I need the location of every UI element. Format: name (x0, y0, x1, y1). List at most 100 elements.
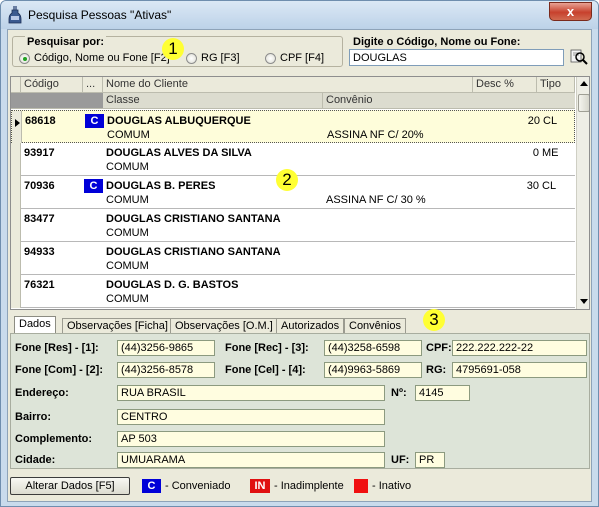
radio-dot[interactable] (186, 53, 197, 64)
legend-inadimplente-text: - Inadimplente (274, 480, 344, 492)
row-classe: COMUM (106, 161, 149, 173)
row-code: 70936 (24, 180, 55, 192)
app-bottle-icon (8, 6, 22, 24)
bairro-label: Bairro: (15, 411, 52, 423)
row-indicator (11, 176, 21, 209)
grid-vertical-scrollbar[interactable] (576, 77, 589, 309)
fone-rec-value: (44)3258-6598 (324, 340, 422, 356)
row-classe: COMUM (106, 260, 149, 272)
uf-value: PR (415, 452, 445, 468)
radio-label: RG [F3] (201, 52, 240, 64)
legend-conveniado-badge: C (142, 479, 161, 493)
row-desc: 20 (527, 115, 540, 127)
main-window: Pesquisa Pessoas "Ativas" x Pesquisar po… (0, 0, 599, 507)
row-name: DOUGLAS D. G. BASTOS (106, 279, 239, 291)
fone-rec-label: Fone [Rec] - [3]: (225, 342, 309, 354)
numero-value: 4145 (415, 385, 470, 401)
row-classe: COMUM (106, 293, 149, 305)
scroll-thumb[interactable] (578, 94, 589, 112)
grid-header-bottom: Classe Convênio (11, 93, 575, 109)
callout-3: 3 (423, 309, 445, 331)
row-tipo: CL (542, 180, 557, 192)
search-label: Digite o Código, Nome ou Fone: (353, 36, 521, 48)
client-area: Pesquisar por: Código, Nome ou Fone [F2]… (7, 29, 592, 502)
rg-value: 4795691-058 (452, 362, 587, 378)
row-name: DOUGLAS ALBUQUERQUE (107, 115, 251, 127)
row-tipo: CL (543, 115, 558, 127)
alterar-dados-button[interactable]: Alterar Dados [F5] (10, 477, 130, 495)
conveniado-badge: C (85, 114, 104, 128)
conveniado-badge: C (84, 179, 103, 193)
radio-dot[interactable] (19, 53, 30, 64)
uf-label: UF: (391, 454, 410, 466)
scroll-down-arrow-icon[interactable] (577, 295, 589, 309)
radio-dot[interactable] (265, 53, 276, 64)
row-desc: 30 (526, 180, 539, 192)
legend-conveniado-text: - Conveniado (165, 480, 231, 492)
table-row[interactable]: 83477 DOUGLAS CRISTIANO SANTANA COMUM (11, 209, 575, 242)
tab-convenios[interactable]: Convênios (344, 318, 406, 334)
header-nome-cliente[interactable]: Nome do Cliente (103, 77, 473, 93)
numero-label: Nº: (391, 387, 407, 399)
row-classe: COMUM (107, 129, 150, 141)
row-convenio: ASSINA NF C/ 20% (327, 129, 424, 141)
table-row[interactable]: 94933 DOUGLAS CRISTIANO SANTANA COMUM (11, 242, 575, 275)
fone-com-value: (44)3256-8578 (117, 362, 215, 378)
cidade-value: UMUARAMA (117, 452, 385, 468)
row-name: DOUGLAS CRISTIANO SANTANA (106, 246, 281, 258)
table-row[interactable]: 76321 DOUGLAS D. G. BASTOS COMUM (11, 275, 575, 308)
endereco-label: Endereço: (15, 387, 69, 399)
callout-2: 2 (276, 169, 298, 191)
endereco-value: RUA BRASIL (117, 385, 385, 401)
tab-observacoes-om[interactable]: Observações [O.M.] (170, 318, 278, 334)
header-spacer (11, 93, 103, 108)
legend-inativo-badge (354, 479, 368, 493)
complemento-label: Complemento: (15, 433, 92, 445)
header-indicator (11, 77, 21, 93)
grid-header-top: Código ... Nome do Cliente Desc % Tipo (11, 77, 575, 93)
table-row[interactable]: 68618 C DOUGLAS ALBUQUERQUE COMUM ASSINA… (11, 110, 575, 144)
detail-tabs: Dados Observações [Ficha] Observações [O… (10, 316, 590, 335)
row-classe: COMUM (106, 227, 149, 239)
search-icon[interactable] (570, 48, 588, 66)
row-desc: 0 (532, 147, 539, 159)
header-dots[interactable]: ... (83, 77, 103, 93)
scroll-up-arrow-icon[interactable] (577, 77, 589, 91)
radio-label: CPF [F4] (280, 52, 325, 64)
radio-label: Código, Nome ou Fone [F2] (34, 52, 170, 64)
close-button[interactable]: x (549, 2, 592, 21)
row-code: 68618 (25, 115, 56, 127)
legend-inativo-text: - Inativo (372, 480, 412, 492)
fone-res-value: (44)3256-9865 (117, 340, 215, 356)
row-code: 93917 (24, 147, 55, 159)
tab-observacoes-ficha[interactable]: Observações [Ficha] (62, 318, 173, 334)
row-convenio: ASSINA NF C/ 30 % (326, 194, 426, 206)
callout-1: 1 (162, 38, 184, 60)
header-codigo[interactable]: Código (21, 77, 83, 93)
row-code: 94933 (24, 246, 55, 258)
cidade-label: Cidade: (15, 454, 56, 466)
header-desc[interactable]: Desc % (473, 77, 537, 93)
fone-cel-value: (44)9963-5869 (324, 362, 422, 378)
bairro-value: CENTRO (117, 409, 385, 425)
search-by-legend: Pesquisar por: (25, 36, 107, 48)
cpf-value: 222.222.222-22 (452, 340, 587, 356)
search-input[interactable] (349, 49, 564, 66)
clients-grid: Código ... Nome do Cliente Desc % Tipo C… (10, 76, 590, 310)
row-classe: COMUM (106, 194, 149, 206)
header-classe[interactable]: Classe (103, 93, 323, 109)
header-tipo[interactable]: Tipo (537, 77, 575, 93)
fone-res-label: Fone [Res] - [1]: (15, 342, 99, 354)
dados-panel: Fone [Res] - [1]: (44)3256-9865 Fone [Re… (10, 333, 590, 469)
window-title: Pesquisa Pessoas "Ativas" (28, 8, 172, 22)
row-indicator (11, 275, 21, 308)
bottom-bar: Alterar Dados [F5] C - Conveniado IN - I… (10, 474, 590, 498)
row-tipo: ME (542, 147, 559, 159)
tab-autorizados[interactable]: Autorizados (276, 318, 345, 334)
fone-com-label: Fone [Com] - [2]: (15, 364, 103, 376)
row-indicator (11, 143, 21, 176)
row-indicator (12, 111, 22, 144)
legend-inadimplente-badge: IN (250, 479, 270, 493)
header-convenio[interactable]: Convênio (323, 93, 575, 109)
row-indicator (11, 209, 21, 242)
